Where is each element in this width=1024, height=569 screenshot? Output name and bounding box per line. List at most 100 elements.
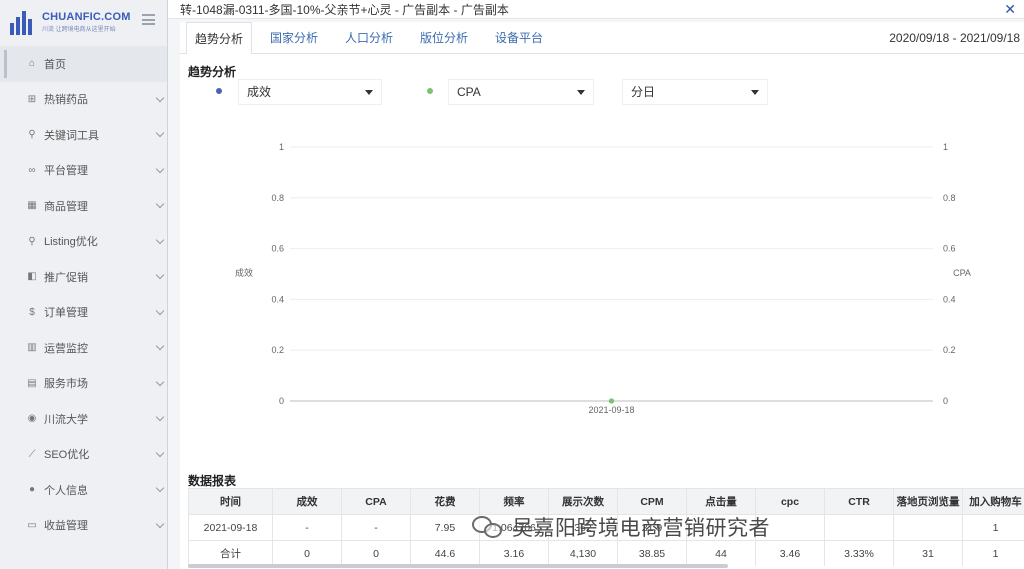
sidebar: CHUANFIC.COM 川流 让跨境电商从这里开始 ⌂ 首页 ⊞ 热销药品 ⚲ 关键词工… bbox=[0, 0, 168, 569]
sidebar-item-label: 平台管理 bbox=[44, 165, 88, 178]
sidebar-item-1[interactable]: ⊞ 热销药品 bbox=[0, 82, 167, 118]
table-cell: 0 bbox=[341, 540, 411, 566]
cart-icon: ⊞ bbox=[27, 93, 37, 105]
table-cell: 2021-09-18 bbox=[188, 514, 273, 541]
y-tick-label: 1 bbox=[279, 142, 284, 152]
sidebar-item-8[interactable]: ▥ 运营监控 bbox=[0, 330, 167, 366]
grid-icon: ▦ bbox=[27, 200, 37, 212]
column-header[interactable]: 展示次数 bbox=[548, 488, 618, 515]
sidebar-item-label: 热销药品 bbox=[44, 94, 88, 107]
menu-toggle-icon[interactable] bbox=[142, 14, 155, 25]
sidebar-item-label: 商品管理 bbox=[44, 200, 88, 213]
tab-demographics[interactable]: 人口分析 bbox=[335, 22, 403, 54]
table-cell: 44.6 bbox=[410, 540, 480, 566]
chevron-down-icon bbox=[155, 199, 165, 209]
series-point-1-0 bbox=[609, 398, 614, 404]
tab-trend[interactable]: 趋势分析 bbox=[186, 22, 252, 55]
sidebar-item-label: 服务市场 bbox=[44, 378, 88, 391]
column-header[interactable]: 点击量 bbox=[686, 488, 756, 515]
horizontal-scrollbar[interactable] bbox=[188, 564, 728, 568]
x-tick-label: 2021-09-18 bbox=[588, 405, 634, 415]
sidebar-item-5[interactable]: ⚲ Listing优化 bbox=[0, 224, 167, 260]
logo-title: CHUANFIC.COM bbox=[42, 11, 131, 23]
window-titlebar: 转-1048漏-0311-多国-10%-父亲节+心灵 - 广告副本 - 广告副本… bbox=[168, 0, 1024, 19]
sidebar-item-11[interactable]: ⟋ SEO优化 bbox=[0, 437, 167, 473]
date-range[interactable]: 2020/09/18 - 2021/09/18 bbox=[889, 22, 1020, 55]
sidebar-item-13[interactable]: ▭ 收益管理 bbox=[0, 508, 167, 544]
binoculars-icon: ∞ bbox=[28, 164, 36, 176]
table-cell: 1 bbox=[962, 540, 1024, 566]
sidebar-item-9[interactable]: ▤ 服务市场 bbox=[0, 366, 167, 402]
table-cell: 31 bbox=[893, 540, 963, 566]
logo-subtitle: 川流 让跨境电商从这里开始 bbox=[42, 27, 116, 33]
chevron-down-icon bbox=[155, 128, 165, 138]
chevron-down-icon bbox=[155, 483, 165, 493]
sidebar-item-label: 川流大学 bbox=[44, 413, 88, 426]
chevron-down-icon bbox=[155, 448, 165, 457]
tab-bar: 趋势分析 国家分析 人口分析 版位分析 设备平台 2020/09/18 - 20… bbox=[180, 22, 1024, 55]
sidebar-item-2[interactable]: ⚲ 关键词工具 bbox=[0, 117, 167, 153]
search-icon: ⚲ bbox=[28, 235, 36, 247]
table-cell: 38.85 bbox=[617, 540, 687, 566]
table-cell: 0 bbox=[272, 540, 342, 566]
sidebar-item-label: 运营监控 bbox=[44, 342, 88, 355]
chevron-down-icon bbox=[155, 235, 165, 244]
dollar-icon: $ bbox=[29, 306, 35, 318]
bar-chart-icon: ▥ bbox=[27, 342, 37, 354]
card-icon: ▭ bbox=[27, 519, 37, 531]
main-panel: 转-1048漏-0311-多国-10%-父亲节+心灵 - 广告副本 - 广告副本… bbox=[168, 0, 1024, 569]
table-cell bbox=[893, 514, 963, 541]
table-cell: - bbox=[341, 514, 411, 541]
y2-tick-label: 1 bbox=[943, 142, 948, 152]
wechat-icon bbox=[472, 514, 506, 540]
column-header[interactable]: 花费 bbox=[410, 488, 480, 515]
map-icon: ▤ bbox=[27, 377, 37, 389]
table-cell: 3.33% bbox=[824, 540, 894, 566]
table-cell: 44 bbox=[686, 540, 756, 566]
sidebar-item-label: Listing优化 bbox=[44, 236, 98, 249]
table-cell: 1 bbox=[962, 514, 1024, 541]
column-header[interactable]: 时间 bbox=[188, 488, 273, 515]
logo[interactable]: CHUANFIC.COM 川流 让跨境电商从这里开始 bbox=[0, 0, 167, 44]
sidebar-item-label: 收益管理 bbox=[44, 520, 88, 533]
column-header[interactable]: 加入购物车 bbox=[962, 488, 1024, 515]
column-header[interactable]: 成效 bbox=[272, 488, 342, 515]
sidebar-menu: ⌂ 首页 ⊞ 热销药品 ⚲ 关键词工具 ∞ 平台管理 ▦ 商品管理 ⚲ Listing优化 ◧ 推广促销 $… bbox=[0, 46, 167, 543]
user-icon: ● bbox=[28, 484, 36, 496]
search-icon: ⚲ bbox=[28, 129, 36, 141]
y-tick-label: 0 bbox=[279, 396, 284, 406]
column-header[interactable]: cpc bbox=[755, 488, 825, 515]
sidebar-item-0[interactable]: ⌂ 首页 bbox=[0, 46, 167, 82]
chevron-down-icon bbox=[155, 412, 165, 422]
y-axis-label: 成效 bbox=[235, 267, 253, 278]
report-title: 数据报表 bbox=[188, 474, 237, 488]
table-cell: 4,130 bbox=[548, 540, 618, 566]
window-title: 转-1048漏-0311-多国-10%-父亲节+心灵 - 广告副本 - 广告副本 bbox=[180, 2, 509, 17]
close-icon[interactable]: ✕ bbox=[1004, 1, 1016, 18]
tab-placement[interactable]: 版位分析 bbox=[410, 22, 478, 54]
tab-country[interactable]: 国家分析 bbox=[260, 22, 328, 54]
column-header[interactable]: 落地页浏览量 bbox=[893, 488, 963, 515]
sidebar-item-label: 推广促销 bbox=[44, 271, 88, 284]
chevron-down-icon bbox=[155, 164, 165, 173]
tab-device[interactable]: 设备平台 bbox=[485, 22, 553, 54]
sidebar-item-12[interactable]: ● 个人信息 bbox=[0, 472, 167, 508]
y-tick-label: 0.8 bbox=[271, 193, 284, 203]
column-header[interactable]: CPA bbox=[341, 488, 411, 515]
sidebar-item-7[interactable]: $ 订单管理 bbox=[0, 295, 167, 331]
y2-tick-label: 0.4 bbox=[943, 294, 956, 304]
chevron-down-icon bbox=[155, 270, 165, 280]
sidebar-item-4[interactable]: ▦ 商品管理 bbox=[0, 188, 167, 224]
chevron-down-icon bbox=[155, 306, 165, 315]
table-cell: 7.95 bbox=[410, 514, 480, 541]
column-header[interactable]: CTR bbox=[824, 488, 894, 515]
column-header[interactable]: CPM bbox=[617, 488, 687, 515]
column-header[interactable]: 频率 bbox=[479, 488, 549, 515]
sidebar-item-3[interactable]: ∞ 平台管理 bbox=[0, 153, 167, 189]
check-circle-icon: ◉ bbox=[27, 413, 37, 425]
sidebar-item-10[interactable]: ◉ 川流大学 bbox=[0, 401, 167, 437]
sidebar-item-6[interactable]: ◧ 推广促销 bbox=[0, 259, 167, 295]
logo-mark-icon bbox=[10, 9, 36, 35]
megaphone-icon: ◧ bbox=[27, 271, 37, 283]
y-tick-label: 0.6 bbox=[271, 244, 284, 254]
